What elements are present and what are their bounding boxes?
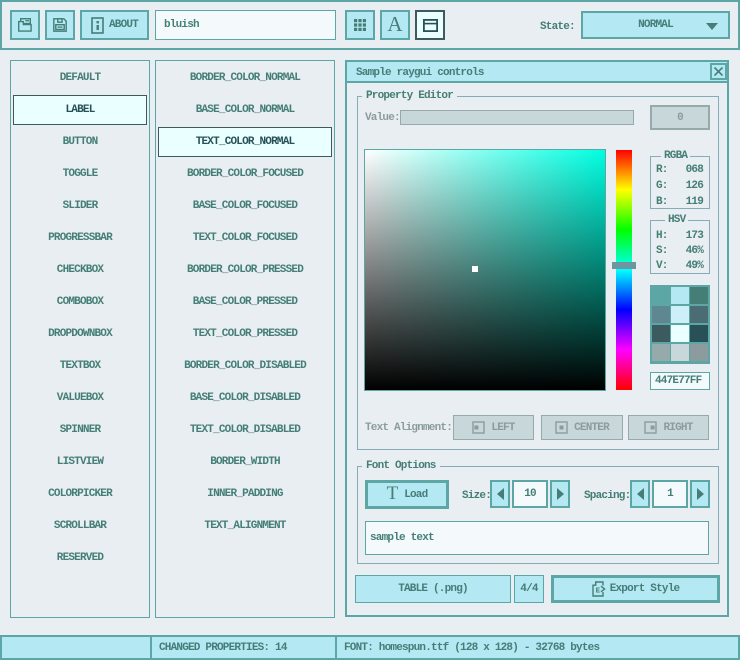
svg-text:E: E bbox=[595, 588, 600, 596]
